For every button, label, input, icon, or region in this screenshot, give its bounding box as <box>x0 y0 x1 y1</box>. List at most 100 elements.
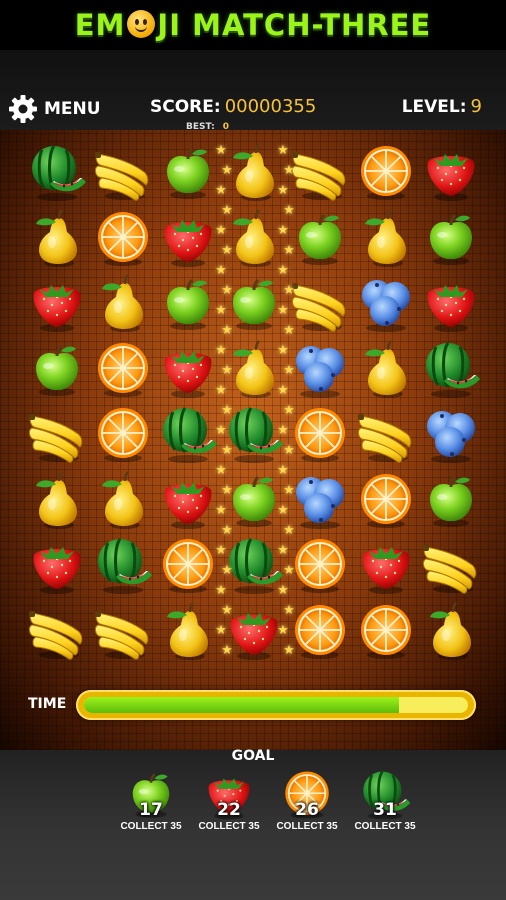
pear-tile[interactable] <box>223 339 285 401</box>
apple-tile[interactable] <box>223 273 285 335</box>
banana-tile[interactable] <box>420 535 482 597</box>
orange-icon <box>97 342 148 397</box>
pear-icon <box>364 208 406 267</box>
strawberry-tile[interactable] <box>223 601 285 663</box>
orange-tile[interactable] <box>289 535 351 597</box>
pear-tile[interactable] <box>355 339 417 401</box>
score-value: 00000355 <box>224 96 317 117</box>
apple-icon <box>167 147 210 199</box>
level-display: LEVEL: 9 <box>402 96 482 117</box>
apple-tile[interactable] <box>157 273 219 335</box>
score-label: SCORE: <box>150 97 221 117</box>
goal-item-apple: 17 COLLECT 35 <box>112 768 190 832</box>
pear-tile[interactable] <box>223 208 285 270</box>
game-title-part-2: JI MATCH-THREE <box>157 8 432 42</box>
goal-count: 17 <box>139 800 163 820</box>
banana-tile[interactable] <box>92 142 154 204</box>
strawberry-tile[interactable] <box>157 339 219 401</box>
apple-icon <box>430 213 473 265</box>
strawberry-icon <box>165 481 212 529</box>
best-label: BEST: <box>186 122 215 132</box>
orange-icon <box>163 539 214 593</box>
apple-icon <box>36 344 78 396</box>
pear-tile[interactable] <box>355 208 417 270</box>
blueberry-tile[interactable] <box>420 404 482 466</box>
pear-tile[interactable] <box>92 273 154 335</box>
strawberry-tile[interactable] <box>420 273 482 335</box>
pear-icon <box>233 339 275 398</box>
goal-count: 26 <box>295 800 319 820</box>
apple-tile[interactable] <box>26 339 88 401</box>
gear-icon <box>8 94 38 124</box>
goal-count: 22 <box>217 800 241 820</box>
apple-tile[interactable] <box>223 470 285 532</box>
orange-tile[interactable] <box>355 142 417 204</box>
orange-icon <box>294 408 345 462</box>
pear-tile[interactable] <box>26 208 88 270</box>
apple-tile[interactable] <box>420 470 482 532</box>
blueberry-tile[interactable] <box>289 339 351 401</box>
goal-collect-text: COLLECT 35 <box>198 821 260 832</box>
goal-collect-text: COLLECT 35 <box>276 821 338 832</box>
pear-icon <box>233 208 275 267</box>
orange-icon <box>294 604 345 659</box>
strawberry-icon <box>427 285 475 332</box>
pear-tile[interactable] <box>223 142 285 204</box>
banana-icon <box>29 610 83 660</box>
watermelon-tile[interactable] <box>157 404 219 466</box>
menu-label: MENU <box>44 99 101 119</box>
orange-tile[interactable] <box>157 535 219 597</box>
goal-item-watermelon: 31 COLLECT 35 <box>346 768 424 832</box>
best-value: 0 <box>222 122 230 132</box>
banana-tile[interactable] <box>289 273 351 335</box>
goal-item-orange: 26 COLLECT 35 <box>268 768 346 832</box>
pear-tile[interactable] <box>420 601 482 663</box>
pear-tile[interactable] <box>26 470 88 532</box>
menu-button[interactable]: MENU <box>8 94 101 124</box>
banana-tile[interactable] <box>289 142 351 204</box>
blueberry-tile[interactable] <box>355 273 417 335</box>
banana-tile[interactable] <box>355 404 417 466</box>
orange-tile[interactable] <box>92 404 154 466</box>
orange-icon <box>360 604 411 659</box>
watermelon-tile[interactable] <box>26 142 88 204</box>
goal-label: GOAL <box>231 748 275 764</box>
orange-tile[interactable] <box>355 601 417 663</box>
apple-tile[interactable] <box>420 208 482 270</box>
blueberry-tile[interactable] <box>289 470 351 532</box>
orange-tile[interactable] <box>92 339 154 401</box>
banana-tile[interactable] <box>26 601 88 663</box>
banana-tile[interactable] <box>92 601 154 663</box>
banana-tile[interactable] <box>26 404 88 466</box>
pear-icon <box>167 601 209 660</box>
goal-collect-text: COLLECT 35 <box>354 821 416 832</box>
blueberry-icon <box>295 345 344 398</box>
watermelon-tile[interactable] <box>92 535 154 597</box>
strawberry-icon <box>165 219 212 267</box>
pear-tile[interactable] <box>157 601 219 663</box>
orange-tile[interactable] <box>289 404 351 466</box>
banana-icon <box>29 414 83 463</box>
orange-tile[interactable] <box>355 470 417 532</box>
apple-tile[interactable] <box>157 142 219 204</box>
time-bar-track <box>84 697 468 713</box>
blueberry-icon <box>427 411 476 463</box>
strawberry-tile[interactable] <box>26 535 88 597</box>
apple-icon <box>167 278 210 330</box>
strawberry-tile[interactable] <box>420 142 482 204</box>
watermelon-tile[interactable] <box>223 404 285 466</box>
strawberry-tile[interactable] <box>157 470 219 532</box>
pear-tile[interactable] <box>92 470 154 532</box>
watermelon-tile[interactable] <box>223 535 285 597</box>
strawberry-tile[interactable] <box>355 535 417 597</box>
orange-tile[interactable] <box>289 601 351 663</box>
orange-tile[interactable] <box>92 208 154 270</box>
apple-tile[interactable] <box>289 208 351 270</box>
banana-icon <box>291 152 346 201</box>
goal-collect-text: COLLECT 35 <box>120 821 182 832</box>
level-label: LEVEL: <box>401 97 467 117</box>
strawberry-tile[interactable] <box>26 273 88 335</box>
watermelon-tile[interactable] <box>420 339 482 401</box>
strawberry-tile[interactable] <box>157 208 219 270</box>
pear-icon <box>233 143 275 201</box>
